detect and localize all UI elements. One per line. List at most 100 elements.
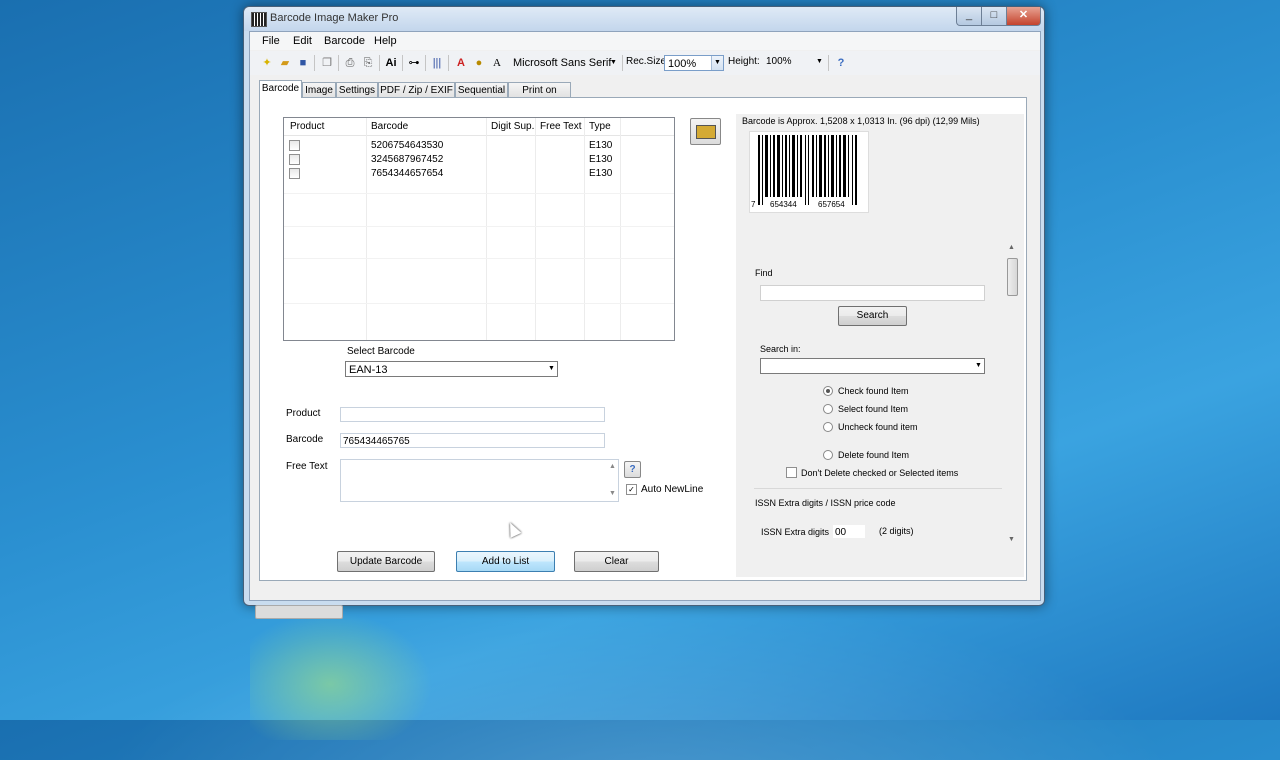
update-barcode-button[interactable]: Update Barcode [337,551,435,572]
barcode-type-value: EAN-13 [349,364,388,376]
issn-extra-digits-field[interactable]: 00 [832,524,866,539]
radio-delete-found[interactable] [823,450,833,460]
toolbar-separator [448,55,449,71]
radio-uncheck-found[interactable] [823,422,833,432]
table-row[interactable]: 3245687967452 E130 [284,153,674,167]
search-button[interactable]: Search [838,306,907,326]
toolbar-separator [314,55,315,71]
barcode-list[interactable]: Product Barcode Digit Sup. Free Text Typ… [283,117,675,341]
find-label: Find [755,268,773,278]
row-checkbox[interactable] [289,140,300,151]
menu-edit[interactable]: Edit [293,35,312,47]
free-text-field[interactable] [340,459,619,502]
free-text-help-icon[interactable]: ? [624,461,641,478]
row-checkbox[interactable] [289,154,300,165]
rec-size-label: Rec.Size [626,56,667,67]
copy-icon[interactable]: ❐ [320,56,334,70]
height-value[interactable]: 100% [766,56,792,67]
barcode-bar [828,135,829,197]
toolbar-separator [379,55,380,71]
text-ai-icon[interactable]: Ai [384,56,398,70]
barcode-tab-page: Product Barcode Digit Sup. Free Text Typ… [259,97,1027,581]
right-panel-scrollbar[interactable]: ▲ ▼ [1006,244,1018,546]
column-free-text[interactable]: Free Text [540,121,582,132]
column-type[interactable]: Type [589,121,611,132]
row-type: E130 [589,154,613,165]
barcode-type-select[interactable]: EAN-13 ▼ [345,361,558,377]
chevron-down-icon: ▼ [711,56,723,70]
title-bar[interactable]: Barcode Image Maker Pro _ □ ✕ [244,7,1044,31]
close-button[interactable]: ✕ [1006,7,1041,26]
open-folder-icon[interactable]: ▰ [278,56,292,70]
clear-button[interactable]: Clear [574,551,659,572]
auto-newline-checkbox[interactable]: ✓ [626,484,637,495]
barcode-bar [792,135,795,197]
help-icon[interactable]: ? [834,56,848,70]
new-file-icon[interactable]: ✦ [260,56,274,70]
menu-help[interactable]: Help [374,35,397,47]
font-color-icon[interactable]: A [454,56,468,70]
barcode-bar [812,135,814,197]
scroll-up-icon[interactable]: ▲ [609,463,616,470]
tab-print-on-label[interactable]: Print on Label [508,82,571,111]
chevron-down-icon[interactable]: ▼ [816,58,823,65]
scroll-down-icon[interactable]: ▼ [1008,536,1015,543]
app-window: Barcode Image Maker Pro _ □ ✕ File Edit … [243,6,1045,619]
barcode-field[interactable]: 765434465765 [340,433,605,448]
barcode-bar [855,135,857,205]
font-name-combo[interactable]: Microsoft Sans Serif ▼ [513,55,621,71]
dont-delete-checkbox[interactable] [786,467,797,478]
find-binoculars-icon[interactable]: ⊶ [407,56,421,70]
barcode-bar [765,135,768,197]
menu-file[interactable]: File [262,35,280,47]
row-barcode: 3245687967452 [371,154,444,165]
barcode-bar [816,135,817,197]
find-field[interactable] [760,285,985,301]
barcode-bar [805,135,806,205]
print-preview-icon[interactable]: ⎙ [343,56,357,70]
print-icon[interactable]: ⎘ [361,56,375,70]
maximize-button[interactable]: □ [981,7,1007,26]
auto-newline-label: Auto NewLine [641,484,704,495]
issn-hint: (2 digits) [879,526,914,536]
table-row[interactable]: 5206754643530 E130 [284,139,674,153]
radio-check-found[interactable] [823,386,833,396]
barcode-label: Barcode [286,434,324,445]
grid-line [284,258,674,259]
toolbar-separator [338,55,339,71]
tab-pdf-zip-exif[interactable]: PDF / Zip / EXIF [378,82,455,97]
divider [754,488,1002,489]
column-product[interactable]: Product [290,121,324,132]
rec-size-value: 100% [668,58,697,70]
save-icon[interactable]: ■ [296,56,310,70]
barcode-bar [773,135,775,197]
tab-barcode[interactable]: Barcode [259,80,302,98]
menu-barcode[interactable]: Barcode [324,35,365,47]
search-in-select[interactable]: ▼ [760,358,985,374]
table-row[interactable]: 7654344657654 E130 [284,167,674,181]
tab-sequential[interactable]: Sequential [455,82,508,97]
radio-select-found[interactable] [823,404,833,414]
tab-settings[interactable]: Settings [336,82,378,97]
add-to-list-button[interactable]: Add to List [456,551,555,572]
chevron-down-icon: ▼ [610,59,617,66]
product-field[interactable] [340,407,605,422]
scroll-up-icon[interactable]: ▲ [1008,244,1015,251]
rec-size-combo[interactable]: 100% ▼ [664,55,724,71]
column-digit-sup[interactable]: Digit Sup. [491,121,534,132]
barcode-digits-left: 654344 [770,200,797,209]
background-color-icon[interactable]: ● [472,56,486,70]
tab-image[interactable]: Image [302,82,336,97]
scroll-down-icon[interactable]: ▼ [609,490,616,497]
font-icon[interactable]: A [490,56,504,70]
barcode-bar [762,135,763,205]
barcode-icon[interactable]: ||| [430,56,444,70]
minimize-button[interactable]: _ [956,7,982,26]
barcode-preview-image: 7 654344 657654 [749,131,869,213]
scrollbar-thumb[interactable] [1007,258,1018,296]
row-checkbox[interactable] [289,168,300,179]
horizontal-scrollbar-thumb[interactable] [255,605,343,619]
font-name-value: Microsoft Sans Serif [513,57,612,69]
column-barcode[interactable]: Barcode [371,121,408,132]
preview-image-button[interactable] [690,118,721,145]
